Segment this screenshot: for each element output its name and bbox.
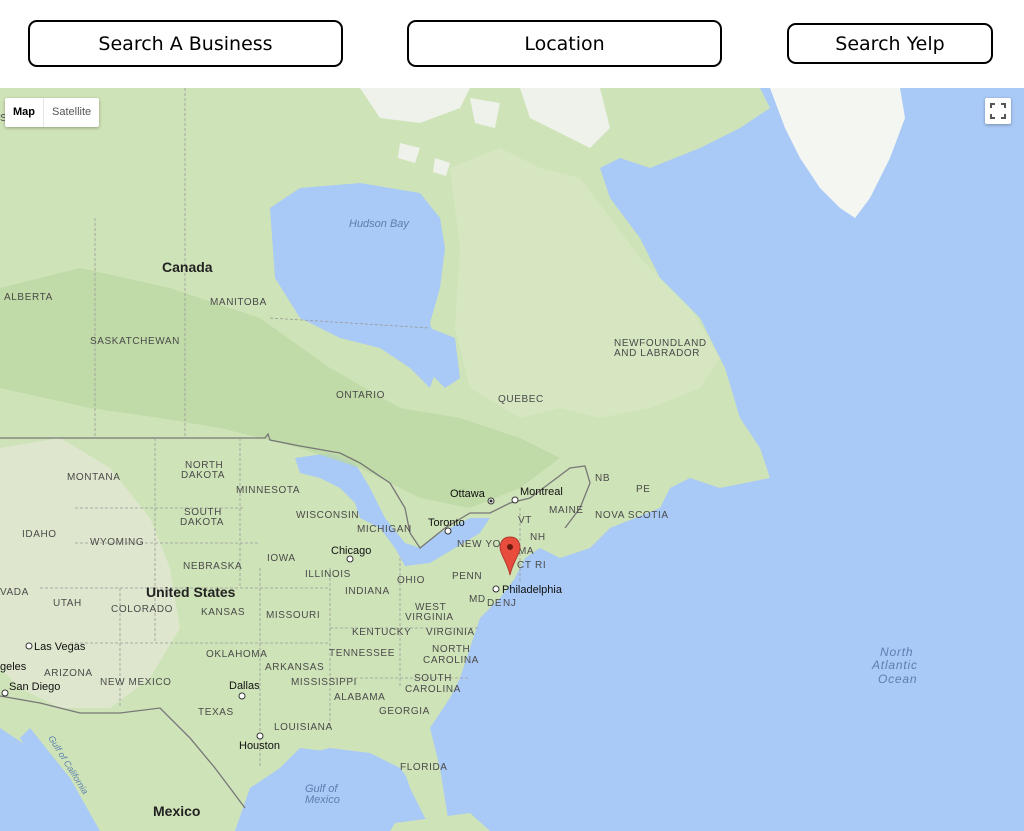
- virginia-label: VIRGINIA: [426, 627, 475, 638]
- alberta-label: ALBERTA: [4, 292, 53, 303]
- colorado-label: COLORADO: [111, 604, 173, 615]
- texas-label: TEXAS: [198, 707, 234, 718]
- ohio-label: OHIO: [397, 575, 425, 586]
- north-dakota-label-2: DAKOTA: [181, 470, 225, 481]
- mississippi-label: MISSISSIPPI: [291, 677, 357, 688]
- nova-scotia-label: NOVA SCOTIA: [595, 510, 669, 521]
- location-input[interactable]: [407, 20, 722, 67]
- utah-label: UTAH: [53, 598, 82, 609]
- pe-label: PE: [636, 484, 651, 495]
- north-carolina-label-2: CAROLINA: [423, 655, 479, 666]
- vt-label: VT: [518, 515, 532, 526]
- greenland-land: [770, 88, 905, 218]
- montana-label: MONTANA: [67, 472, 120, 483]
- idaho-label: IDAHO: [22, 529, 57, 540]
- wisconsin-label: WISCONSIN: [296, 510, 359, 521]
- newfoundland-label-2: AND LABRADOR: [614, 348, 700, 359]
- ri-label: RI: [535, 560, 546, 571]
- map-type-satellite-button[interactable]: Satellite: [43, 98, 99, 127]
- arkansas-label: ARKANSAS: [265, 662, 324, 673]
- houston-dot: [256, 732, 264, 740]
- louisiana-label: LOUISIANA: [274, 722, 333, 733]
- indiana-label: INDIANA: [345, 586, 390, 597]
- dallas-label: Dallas: [229, 680, 260, 692]
- south-carolina-label-2: CAROLINA: [405, 684, 461, 695]
- md-label: MD: [469, 594, 486, 605]
- north-carolina-label-1: NORTH: [432, 644, 470, 655]
- west-virginia-label-2: VIRGINIA: [405, 612, 454, 623]
- arizona-label: ARIZONA: [44, 668, 93, 679]
- philadelphia-label: Philadelphia: [502, 584, 563, 596]
- ontario-label: ONTARIO: [336, 390, 385, 401]
- north-atlantic-label-1: North: [880, 645, 913, 659]
- quebec-land: [450, 148, 720, 418]
- florida-label: FLORIDA: [400, 762, 448, 773]
- philadelphia-dot: [492, 585, 500, 593]
- nevada-label: VADA: [0, 587, 29, 598]
- map-canvas[interactable]: Hudson Bay Canada ALBERTA MANITOBA SASKA…: [0, 88, 1024, 831]
- dallas-dot: [238, 692, 246, 700]
- montreal-dot: [511, 496, 519, 504]
- manitoba-label: MANITOBA: [210, 297, 267, 308]
- search-bar: Search Yelp: [0, 0, 1024, 88]
- nb-label: NB: [595, 473, 610, 484]
- quebec-label: QUEBEC: [498, 394, 544, 405]
- fullscreen-icon: [990, 103, 1006, 119]
- nj-label: NJ: [503, 598, 516, 609]
- nh-label: NH: [530, 532, 546, 543]
- chicago-label: Chicago: [331, 545, 371, 557]
- ottawa-label: Ottawa: [450, 488, 486, 500]
- de-label: DE: [487, 598, 502, 609]
- maine-label: MAINE: [549, 505, 584, 516]
- kentucky-label: KENTUCKY: [352, 627, 411, 638]
- illinois-label: ILLINOIS: [305, 569, 351, 580]
- san-diego-dot: [1, 689, 9, 697]
- land-layer: [0, 88, 905, 831]
- oklahoma-label: OKLAHOMA: [206, 649, 267, 660]
- south-dakota-label-2: DAKOTA: [180, 517, 224, 528]
- north-atlantic-label-3: Ocean: [878, 672, 917, 686]
- gulf-of-mexico-label-2: Mexico: [305, 794, 340, 806]
- minnesota-label: MINNESOTA: [236, 485, 300, 496]
- alabama-label: ALABAMA: [334, 692, 385, 703]
- ct-label: CT: [517, 560, 532, 571]
- tennessee-label: TENNESSEE: [329, 648, 395, 659]
- business-search-input[interactable]: [28, 20, 343, 67]
- iowa-label: IOWA: [267, 553, 296, 564]
- united-states-label: United States: [146, 584, 236, 600]
- nebraska-label: NEBRASKA: [183, 561, 242, 572]
- los-angeles-partial-label: geles: [0, 661, 27, 673]
- canada-label: Canada: [162, 259, 213, 275]
- toronto-label: Toronto: [428, 517, 465, 529]
- map-type-control: Map Satellite: [5, 98, 100, 127]
- new-mexico-label: NEW MEXICO: [100, 677, 172, 688]
- map-type-map-button[interactable]: Map: [5, 98, 43, 127]
- san-diego-label: San Diego: [9, 681, 60, 693]
- houston-label: Houston: [239, 740, 280, 752]
- hudson-bay-label: Hudson Bay: [349, 218, 410, 230]
- las-vegas-dot: [25, 642, 33, 650]
- ottawa-center: [489, 499, 493, 503]
- saskatchewan-label: SASKATCHEWAN: [90, 336, 180, 347]
- kansas-label: KANSAS: [201, 607, 245, 618]
- fullscreen-button[interactable]: [985, 98, 1011, 124]
- search-yelp-button[interactable]: Search Yelp: [787, 23, 993, 64]
- north-atlantic-label-2: Atlantic: [871, 658, 918, 672]
- montreal-label: Montreal: [520, 486, 563, 498]
- georgia-label: GEORGIA: [379, 706, 430, 717]
- mexico-label: Mexico: [153, 803, 200, 819]
- missouri-label: MISSOURI: [266, 610, 320, 621]
- michigan-label: MICHIGAN: [357, 524, 412, 535]
- wyoming-label: WYOMING: [90, 537, 144, 548]
- las-vegas-label: Las Vegas: [34, 641, 86, 653]
- south-carolina-label-1: SOUTH: [414, 673, 452, 684]
- penn-label: PENN: [452, 571, 482, 582]
